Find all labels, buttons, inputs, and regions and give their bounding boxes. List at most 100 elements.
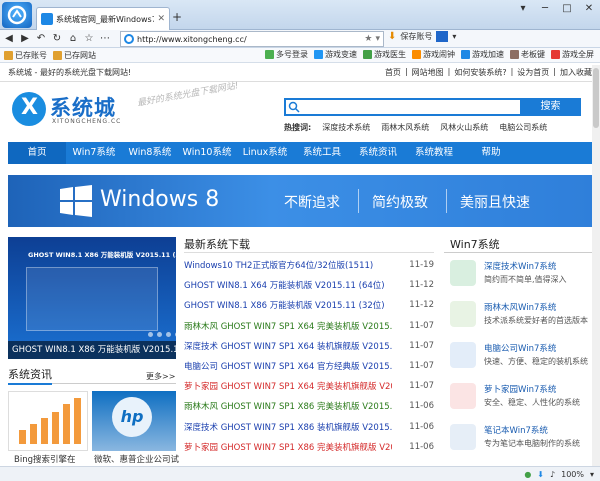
account-area: ⬇ 保存账号 ▾ <box>388 31 456 42</box>
download-item[interactable]: 深度技术 GHOST WIN7 SP1 X86 装机旗舰版 V2015.11 (… <box>184 417 434 437</box>
nav-win10[interactable]: Win10系统 <box>178 142 236 164</box>
back-icon[interactable]: ◀ <box>2 33 16 44</box>
download-item[interactable]: GHOST WIN8.1 X64 万能装机版 V2015.11 (64位) 11-… <box>184 275 434 295</box>
download-item-title[interactable]: 雨林木风 GHOST WIN7 SP1 X86 完美装机版 V2015.11 (… <box>184 400 392 412</box>
slide-dot[interactable] <box>157 332 162 337</box>
security-icon[interactable]: ● <box>524 470 531 479</box>
undo-icon[interactable]: ↶ <box>34 33 48 44</box>
win7-item[interactable]: 雨林木风Win7系统 技术派系统爱好者的首选版本 <box>444 297 592 337</box>
download-item[interactable]: 雨林木风 GHOST WIN7 SP1 X64 完美装机版 V2015.11 (… <box>184 316 434 336</box>
new-tab-button[interactable]: + <box>172 10 182 24</box>
bookmark-saved-sites[interactable]: 已存网站 <box>53 50 96 61</box>
zoom-level[interactable]: 100% <box>561 470 584 479</box>
hot-word[interactable]: 电脑公司系统 <box>499 122 547 133</box>
url-input[interactable]: http://www.xitongcheng.cc/ <box>137 35 361 44</box>
download-item[interactable]: 萝卜家园 GHOST WIN7 SP1 X86 完美装机旗舰版 V2015.1 1… <box>184 437 434 457</box>
home-icon[interactable]: ⌂ <box>66 33 80 44</box>
download-item-title[interactable]: GHOST WIN8.1 X86 万能装机版 V2015.11 (32位) <box>184 299 392 311</box>
win7-item-name[interactable]: 电脑公司Win7系统 <box>484 342 556 354</box>
browser-menu-button[interactable] <box>2 2 32 28</box>
address-bar[interactable]: http://www.xitongcheng.cc/ ★ ▾ <box>120 31 384 47</box>
hot-word[interactable]: 深度技术系统 <box>322 122 370 133</box>
account-dropdown-icon[interactable]: ▾ <box>452 32 456 41</box>
download-item-title[interactable]: Windows10 TH2正式版官方64位/32位版(1511) <box>184 259 392 271</box>
download-item[interactable]: 电脑公司 GHOST WIN7 SP1 X64 官方经典版 V2015.11 (… <box>184 356 434 376</box>
hot-word[interactable]: 风林火山系统 <box>440 122 488 133</box>
win7-item-name[interactable]: 萝卜家园Win7系统 <box>484 383 556 395</box>
scrollbar-thumb[interactable] <box>593 68 599 128</box>
sound-icon[interactable]: ♪ <box>550 470 555 479</box>
win7-item-name[interactable]: 深度技术Win7系统 <box>484 260 556 272</box>
feature-caption[interactable]: GHOST WIN8.1 X86 万能装机版 V2015.11 <box>8 341 184 359</box>
forward-icon[interactable]: ▶ <box>18 33 32 44</box>
account-avatar[interactable] <box>436 31 449 42</box>
zoom-dropdown-icon[interactable]: ▾ <box>590 470 594 479</box>
download-item-title[interactable]: 萝卜家园 GHOST WIN7 SP1 X86 完美装机旗舰版 V2015.1 <box>184 441 392 453</box>
win7-item-name[interactable]: 雨林木风Win7系统 <box>484 301 556 313</box>
tool-multi-login[interactable]: 多号登录 <box>265 49 308 60</box>
refresh-icon[interactable]: ↻ <box>50 33 64 44</box>
tool-game-accelerate[interactable]: 游戏加速 <box>461 49 504 60</box>
news-image-bing[interactable] <box>8 391 88 451</box>
tool-game-fullscreen[interactable]: 游戏全屏 <box>551 49 594 60</box>
tab-close-icon[interactable]: ✕ <box>157 14 165 24</box>
star-icon[interactable]: ★ <box>364 34 372 44</box>
nav-tools[interactable]: 系统工具 <box>294 142 350 164</box>
download-item[interactable]: 雨林木风 GHOST WIN7 SP1 X86 完美装机版 V2015.11 (… <box>184 396 434 416</box>
download-item[interactable]: 萝卜家园 GHOST WIN7 SP1 X64 完美装机旗舰版 V2015.1 1… <box>184 376 434 396</box>
search-button[interactable]: 搜索 <box>520 98 581 116</box>
win7-item-name[interactable]: 笔记本Win7系统 <box>484 424 548 436</box>
download-item-title[interactable]: 雨林木风 GHOST WIN7 SP1 X64 完美装机版 V2015.11 (… <box>184 320 392 332</box>
download-icon[interactable]: ⬇ <box>388 31 396 42</box>
news-more-link[interactable]: 更多>> <box>146 371 175 382</box>
nav-win8[interactable]: Win8系统 <box>122 142 178 164</box>
download-item-title[interactable]: 深度技术 GHOST WIN7 SP1 X64 装机旗舰版 V2015.11 (… <box>184 340 392 352</box>
download-item-title[interactable]: 萝卜家园 GHOST WIN7 SP1 X64 完美装机旗舰版 V2015.1 <box>184 380 392 392</box>
win7-item[interactable]: 深度技术Win7系统 简约而不简单,值得深入 <box>444 256 592 296</box>
win7-item[interactable]: 电脑公司Win7系统 快速、方便、稳定的装机系统 <box>444 338 592 378</box>
tab-active[interactable]: 系统城官网_最新Windows7旗舰... ✕ <box>36 7 170 30</box>
nav-tutorials[interactable]: 系统教程 <box>406 142 462 164</box>
win7-item[interactable]: 笔记本Win7系统 专为笔记本电脑制作的系统 <box>444 420 592 460</box>
menu-dropdown-icon[interactable]: ▾ <box>512 0 534 17</box>
slide-dot[interactable] <box>148 332 153 337</box>
download-item-title[interactable]: 深度技术 GHOST WIN7 SP1 X86 装机旗舰版 V2015.11 (… <box>184 421 392 433</box>
download-item-title[interactable]: GHOST WIN8.1 X64 万能装机版 V2015.11 (64位) <box>184 279 392 291</box>
minimize-button[interactable]: ─ <box>534 0 556 17</box>
tool-game-speed[interactable]: 游戏变速 <box>314 49 357 60</box>
news-caption[interactable]: 微软、惠普企业公司试 <box>94 453 179 465</box>
history-icon[interactable]: ⋯ <box>98 33 112 44</box>
tool-boss-key[interactable]: 老板键 <box>510 49 545 60</box>
nav-help[interactable]: 帮助 <box>462 142 520 164</box>
maximize-button[interactable]: □ <box>556 0 578 17</box>
news-caption[interactable]: Bing搜索引擎在 <box>14 453 75 465</box>
tool-game-doctor[interactable]: 游戏医生 <box>363 49 406 60</box>
nav-win7[interactable]: Win7系统 <box>66 142 122 164</box>
slide-dot[interactable] <box>175 332 180 337</box>
tool-game-alarm[interactable]: 游戏闹钟 <box>412 49 455 60</box>
close-window-button[interactable]: ✕ <box>578 0 600 17</box>
windows8-banner[interactable]: Windows 8 不断追求 简约极致 美丽且快速 <box>8 175 592 227</box>
save-account-link[interactable]: 保存账号 <box>400 31 432 42</box>
bookmark-saved-accounts[interactable]: 已存账号 <box>4 50 47 61</box>
link-add-favorite[interactable]: 加入收藏 <box>560 67 592 78</box>
link-how-install[interactable]: 如何安装系统? <box>454 67 506 78</box>
link-home[interactable]: 首页 <box>385 67 401 78</box>
download-status-icon[interactable]: ⬇ <box>537 470 544 479</box>
browser-logo-icon <box>7 5 27 25</box>
download-item[interactable]: GHOST WIN8.1 X86 万能装机版 V2015.11 (32位) 11-… <box>184 295 434 315</box>
dropdown-icon[interactable]: ▾ <box>375 34 380 44</box>
download-item[interactable]: 深度技术 GHOST WIN7 SP1 X64 装机旗舰版 V2015.11 (… <box>184 336 434 356</box>
slide-dot[interactable] <box>166 332 171 337</box>
download-item-title[interactable]: 电脑公司 GHOST WIN7 SP1 X64 官方经典版 V2015.11 (… <box>184 360 392 372</box>
win7-item[interactable]: 萝卜家园Win7系统 安全、稳定、人性化的系统 <box>444 379 592 419</box>
nav-linux[interactable]: Linux系统 <box>236 142 294 164</box>
nav-news[interactable]: 系统资讯 <box>350 142 406 164</box>
nav-home[interactable]: 首页 <box>8 142 66 164</box>
site-logo[interactable]: X 系统城 XITONGCHENG.CC <box>12 92 124 126</box>
link-set-homepage[interactable]: 设为首页 <box>517 67 549 78</box>
favorites-icon[interactable]: ☆ <box>82 33 96 44</box>
download-item[interactable]: Windows10 TH2正式版官方64位/32位版(1511) 11-19 <box>184 255 434 275</box>
link-sitemap[interactable]: 网站地图 <box>412 67 444 78</box>
hot-word[interactable]: 雨林木风系统 <box>381 122 429 133</box>
